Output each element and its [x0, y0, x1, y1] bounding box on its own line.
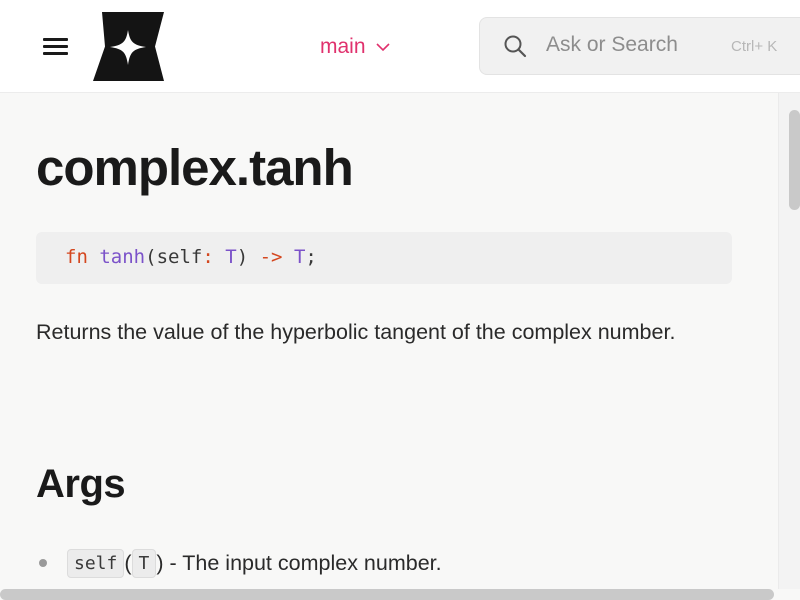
code-return-type: T [293, 246, 306, 268]
code-keyword: fn [65, 246, 88, 268]
branch-label: main [320, 35, 366, 58]
chevron-down-icon [375, 43, 390, 52]
code-paren-close: ) [236, 246, 249, 268]
arg-paren-close: ) [156, 550, 164, 575]
arg-paren-open: ( [124, 550, 132, 575]
search-icon [504, 35, 527, 58]
vertical-scrollbar-thumb[interactable] [789, 110, 800, 210]
arg-name-code: self [67, 548, 125, 578]
code-paren-open: ( [145, 246, 157, 268]
top-header: main Ask or Search Ctrl+ K [0, 0, 800, 93]
arg-type-code: T [131, 548, 157, 578]
branch-selector[interactable]: main [320, 33, 390, 61]
search-box[interactable]: Ask or Search Ctrl+ K [479, 17, 800, 75]
code-function-name: tanh [99, 246, 146, 268]
search-placeholder: Ask or Search [546, 33, 678, 56]
hamburger-menu-icon[interactable] [42, 36, 70, 58]
four-point-star-logo-icon[interactable] [93, 12, 164, 81]
search-shortcut-hint: Ctrl+ K [731, 38, 778, 55]
function-signature-code-block: fn tanh(self: T) -> T; [36, 232, 732, 284]
arg-description: - The input complex number. [163, 550, 442, 575]
code-arrow: -> [259, 246, 283, 268]
code-semicolon: ; [305, 246, 317, 268]
page-title: complex.tanh [36, 139, 354, 196]
bullet-icon [39, 559, 47, 567]
code-colon: : [202, 246, 214, 268]
args-heading: Args [36, 462, 126, 506]
code-param-type: T [225, 246, 237, 268]
list-item: self ( T ) - The input complex number. [36, 546, 442, 580]
code-param-name: self [156, 246, 203, 268]
horizontal-scrollbar-thumb[interactable] [0, 589, 774, 600]
function-description: Returns the value of the hyperbolic tang… [36, 320, 676, 344]
